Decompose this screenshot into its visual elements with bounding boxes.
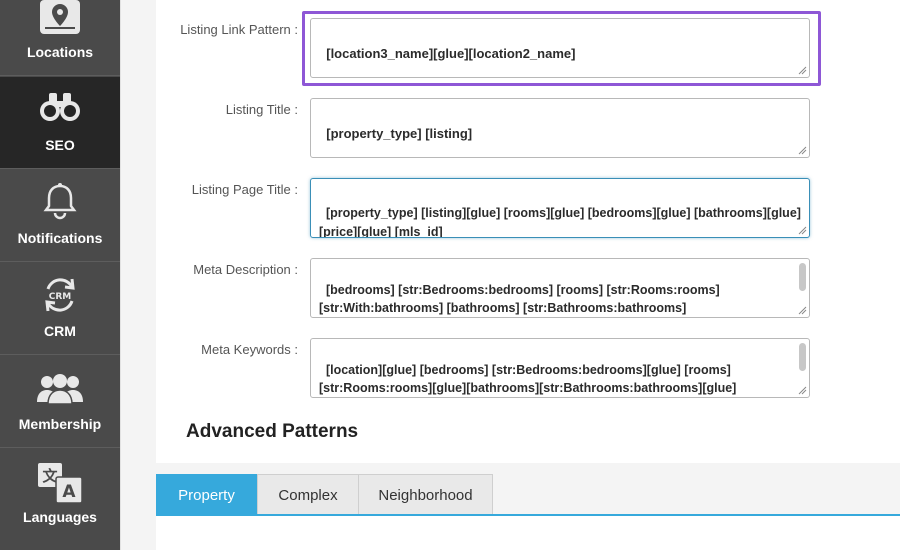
resize-handle-icon[interactable] [797,145,807,155]
listing-page-title-value: [property_type] [listing][glue] [rooms][… [319,206,801,238]
listing-link-pattern-field[interactable]: [location3_name][glue][location2_name] [310,18,810,78]
sidebar-item-locations[interactable]: Locations [0,0,120,76]
listing-page-title-field[interactable]: [property_type] [listing][glue] [rooms][… [310,178,810,238]
sidebar-item-label: Locations [26,44,94,60]
meta-description-label: Meta Description : [193,262,298,277]
sidebar-item-languages[interactable]: 文 A Languages [0,449,120,541]
listing-title-value: [property_type] [listing] [326,126,473,141]
sidebar: Locations SEO Notifications CRM CRM Memb… [0,0,120,550]
svg-text:CRM: CRM [49,292,72,302]
meta-keywords-value: [location][glue] [bedrooms] [str:Bedroom… [319,363,737,395]
resize-handle-icon[interactable] [797,305,807,315]
listing-page-title-label: Listing Page Title : [191,182,298,197]
sidebar-item-label: Languages [23,509,97,525]
meta-description-value: [bedrooms] [str:Bedrooms:bedrooms] [room… [319,283,720,315]
listing-title-label: Listing Title : [225,102,298,117]
scrollbar-thumb[interactable] [799,343,806,371]
listing-title-field[interactable]: [property_type] [listing] [310,98,810,158]
tab-neighborhood[interactable]: Neighborhood [358,474,493,515]
users-icon [0,372,120,406]
advanced-patterns-title: Advanced Patterns [186,421,359,442]
crm-sync-icon: CRM [0,275,120,315]
resize-handle-icon[interactable] [797,65,807,75]
sidebar-item-crm[interactable]: CRM CRM [0,263,120,355]
sidebar-item-label: CRM [44,323,76,339]
map-pin-icon [0,0,120,38]
meta-keywords-field[interactable]: [location][glue] [bedrooms] [str:Bedroom… [310,338,810,398]
meta-keywords-label: Meta Keywords : [201,342,298,357]
resize-handle-icon[interactable] [797,225,807,235]
listing-link-pattern-label: Listing Link Pattern : [180,22,298,37]
tab-complex[interactable]: Complex [257,474,359,515]
sidebar-item-label: Membership [18,416,102,432]
sidebar-item-label: Notifications [17,230,103,246]
scrollbar-thumb[interactable] [799,263,806,291]
sidebar-item-seo[interactable]: SEO [0,77,120,169]
tab-panel [156,514,900,550]
tab-property[interactable]: Property [156,474,257,515]
sidebar-item-label: SEO [45,137,75,153]
svg-text:A: A [62,482,76,502]
sidebar-item-membership[interactable]: Membership [0,356,120,448]
meta-description-field[interactable]: [bedrooms] [str:Bedrooms:bedrooms] [room… [310,258,810,318]
bell-icon [0,182,120,222]
translate-icon: 文 A [0,461,120,505]
resize-handle-icon[interactable] [797,385,807,395]
binoculars-icon [0,89,120,125]
listing-link-pattern-value: [location3_name][glue][location2_name] [326,46,576,61]
sidebar-item-notifications[interactable]: Notifications [0,170,120,262]
